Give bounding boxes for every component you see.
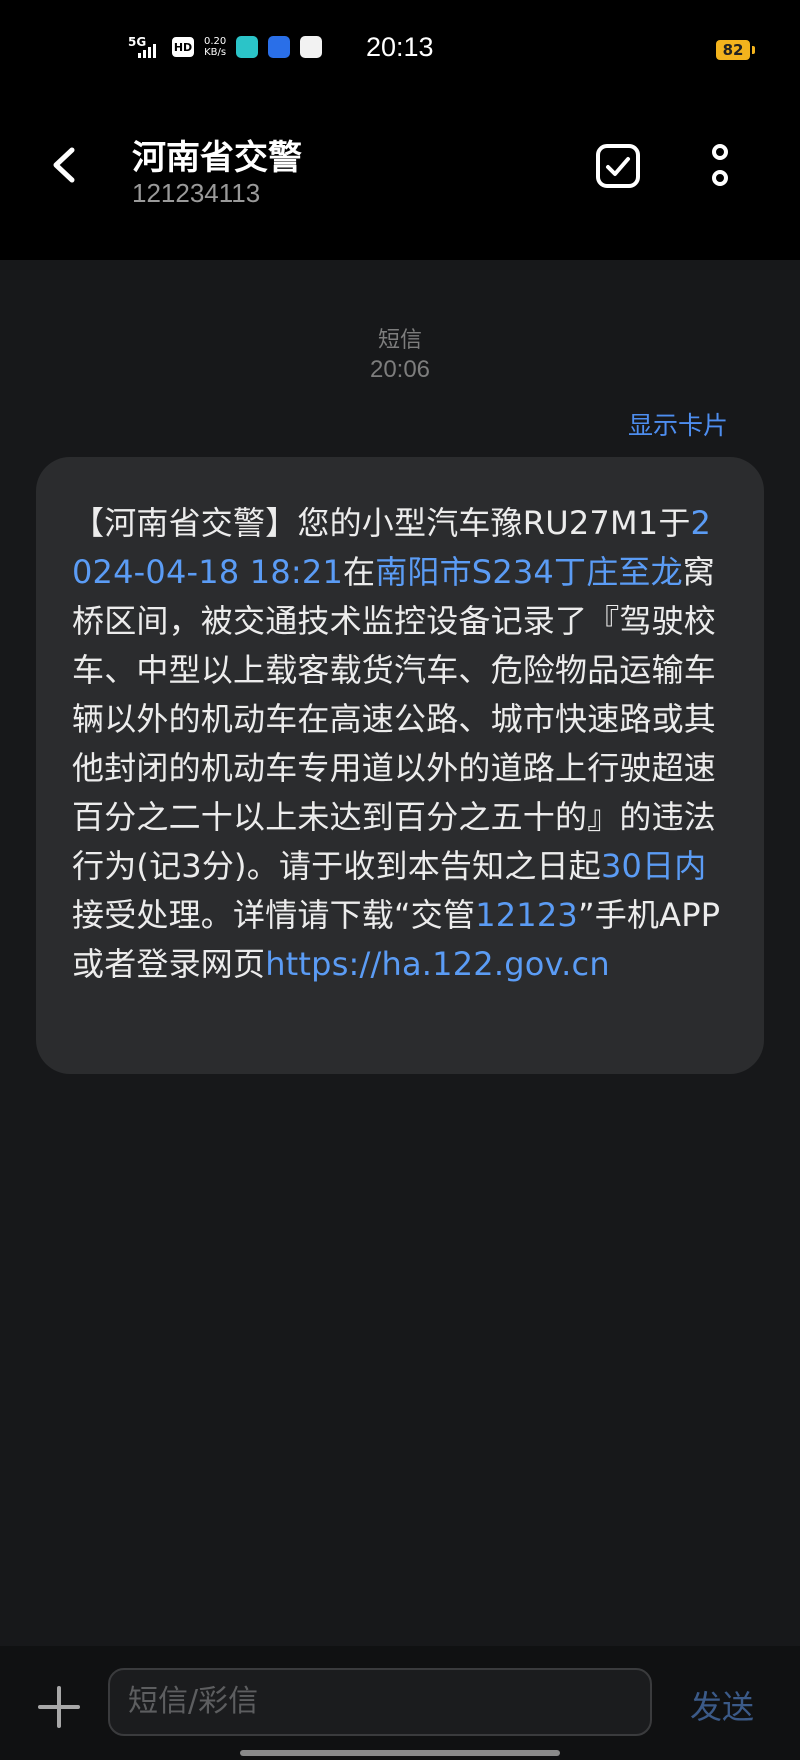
contact-name: 河南省交警	[132, 138, 302, 178]
message-timestamp: 20:06	[369, 356, 431, 383]
conversation-header: 河南省交警 121234113	[0, 100, 800, 260]
show-card-button[interactable]: 显示卡片	[628, 406, 728, 442]
send-button[interactable]: 发送	[690, 1682, 754, 1728]
message-type-label: 短信	[377, 328, 422, 353]
message-input[interactable]: 短信/彩信	[108, 1668, 652, 1736]
composer-bar: 短信/彩信 发送	[0, 1646, 800, 1760]
app-notification-icon	[236, 36, 259, 58]
hd-icon: HD	[172, 37, 194, 57]
select-checkbox-icon[interactable]	[594, 142, 642, 190]
status-icons: 5G HD 0.20 KB/s	[128, 36, 323, 58]
net-speed: 0.20 KB/s	[204, 36, 226, 58]
message-text: 【河南省交警】您的小型汽车豫RU27M1于2024-04-18 18:21在南阳…	[72, 499, 728, 989]
status-bar: 5G HD 0.20 KB/s 20:13 82	[0, 0, 800, 100]
battery-icon: 82	[716, 40, 755, 60]
app-notification-icon	[268, 36, 291, 58]
phone-number-link[interactable]: 12123	[475, 896, 578, 934]
message-bubble[interactable]: 【河南省交警】您的小型汽车豫RU27M1于2024-04-18 18:21在南阳…	[36, 457, 764, 1074]
signal-icon: 5G	[128, 36, 162, 58]
plus-icon[interactable]	[36, 1684, 82, 1730]
message-text-segment: 接受处理。详情请下载“交管	[72, 896, 476, 934]
home-indicator[interactable]	[240, 1750, 560, 1756]
more-options-icon[interactable]	[700, 142, 740, 192]
message-text-segment: 在	[343, 553, 376, 591]
youku-icon	[300, 36, 323, 58]
back-arrow-icon[interactable]	[42, 142, 88, 188]
status-time: 20:13	[366, 32, 434, 62]
location-link[interactable]: 南阳市S234丁庄至龙	[375, 553, 683, 591]
contact-number: 121234113	[132, 178, 261, 208]
message-text-segment: 窝桥区间，被交通技术监控设备记录了『驾驶校车、中型以上载客载货汽车、危险物品运输…	[72, 553, 717, 885]
net-speed-unit: KB/s	[204, 47, 227, 58]
deadline-link[interactable]: 30日内	[601, 847, 707, 885]
message-text-segment: 【河南省交警】您的小型汽车豫RU27M1于	[72, 504, 691, 542]
url-link[interactable]: https://ha.122.gov.cn	[265, 945, 610, 983]
net-speed-value: 0.20	[204, 36, 227, 47]
